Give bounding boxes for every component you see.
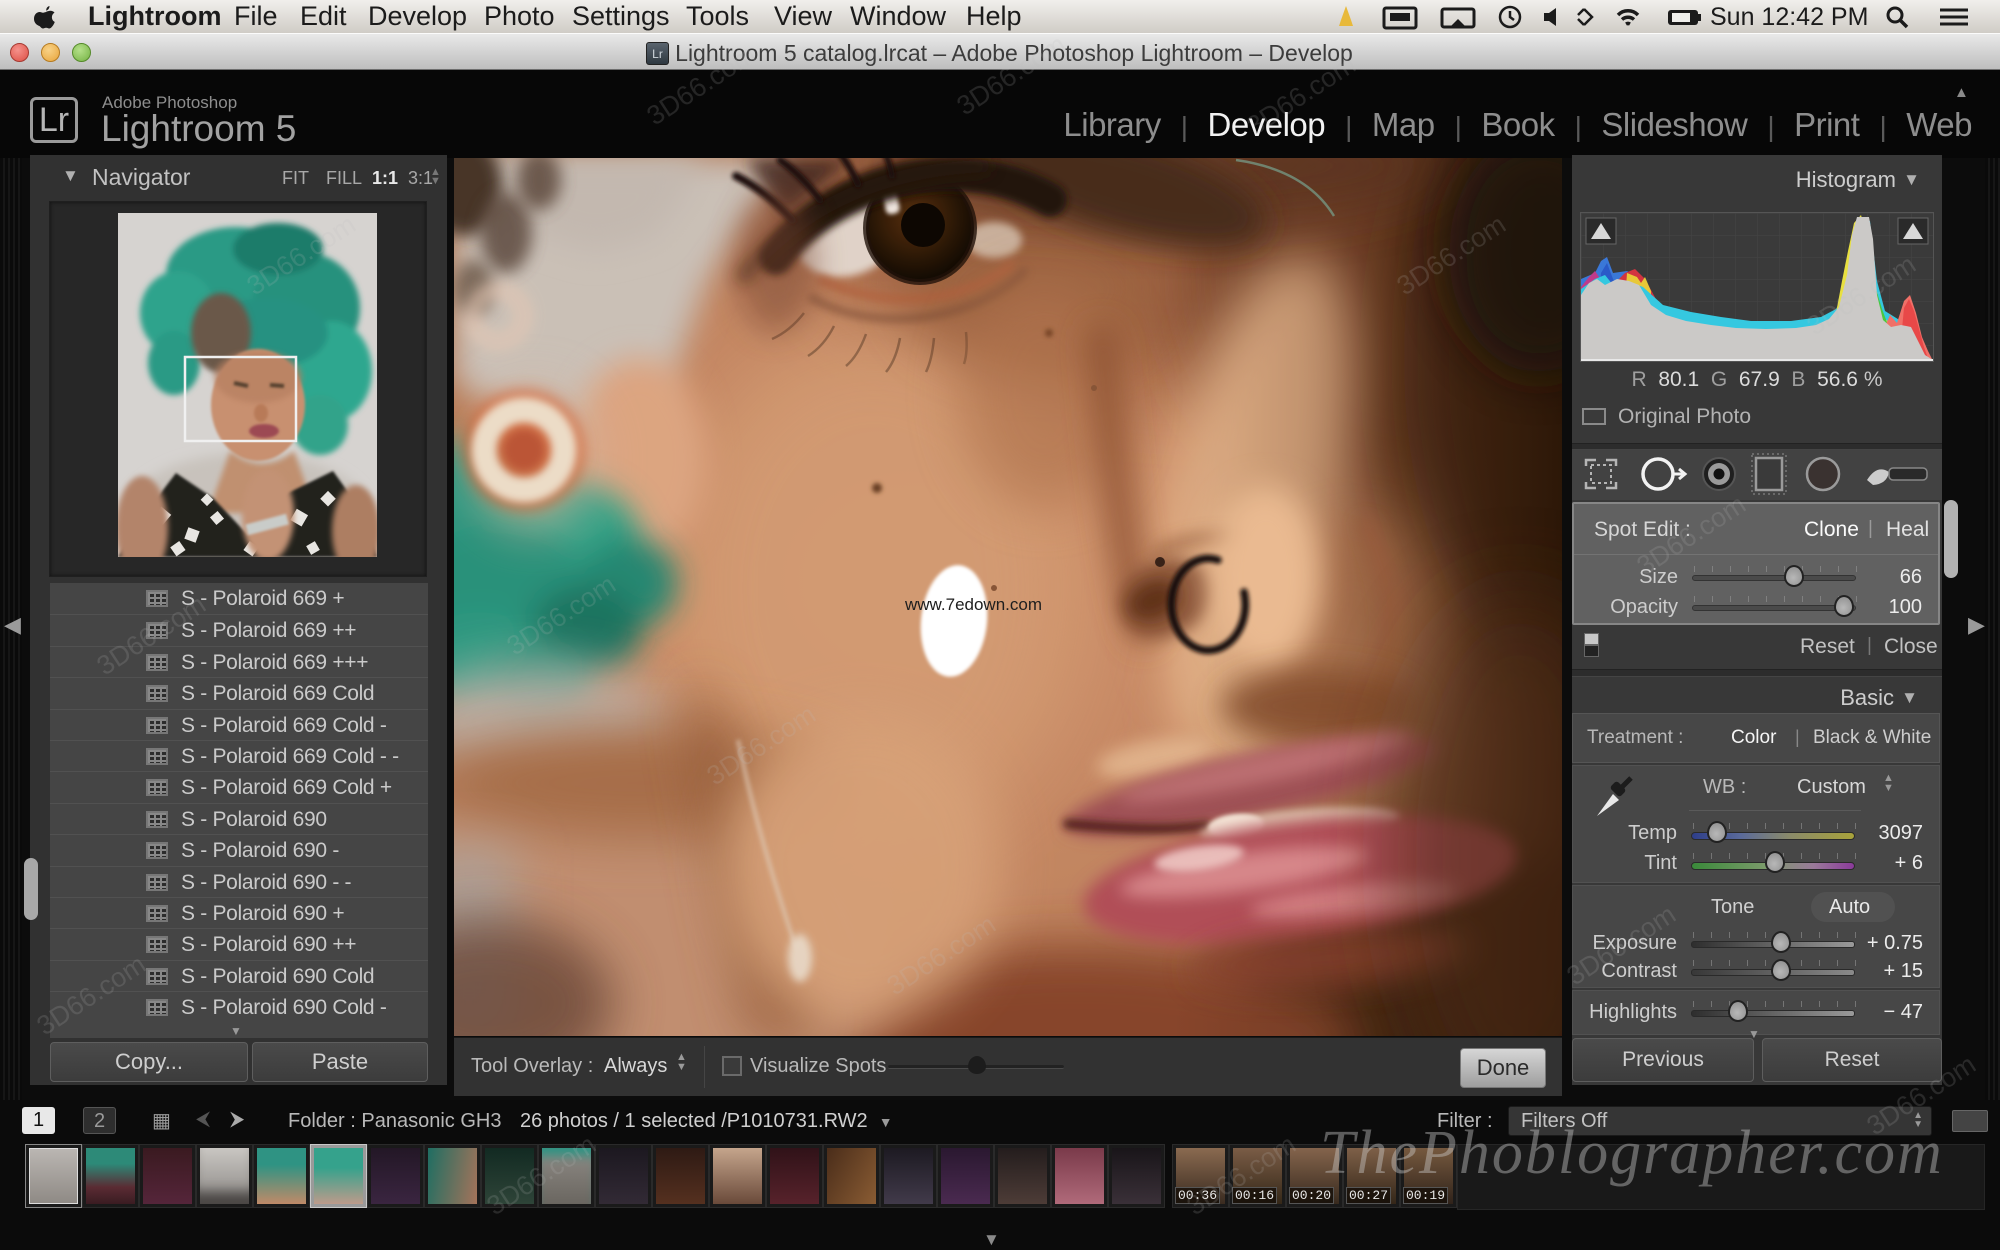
svg-text:www.7edown.com: www.7edown.com <box>904 595 1042 614</box>
